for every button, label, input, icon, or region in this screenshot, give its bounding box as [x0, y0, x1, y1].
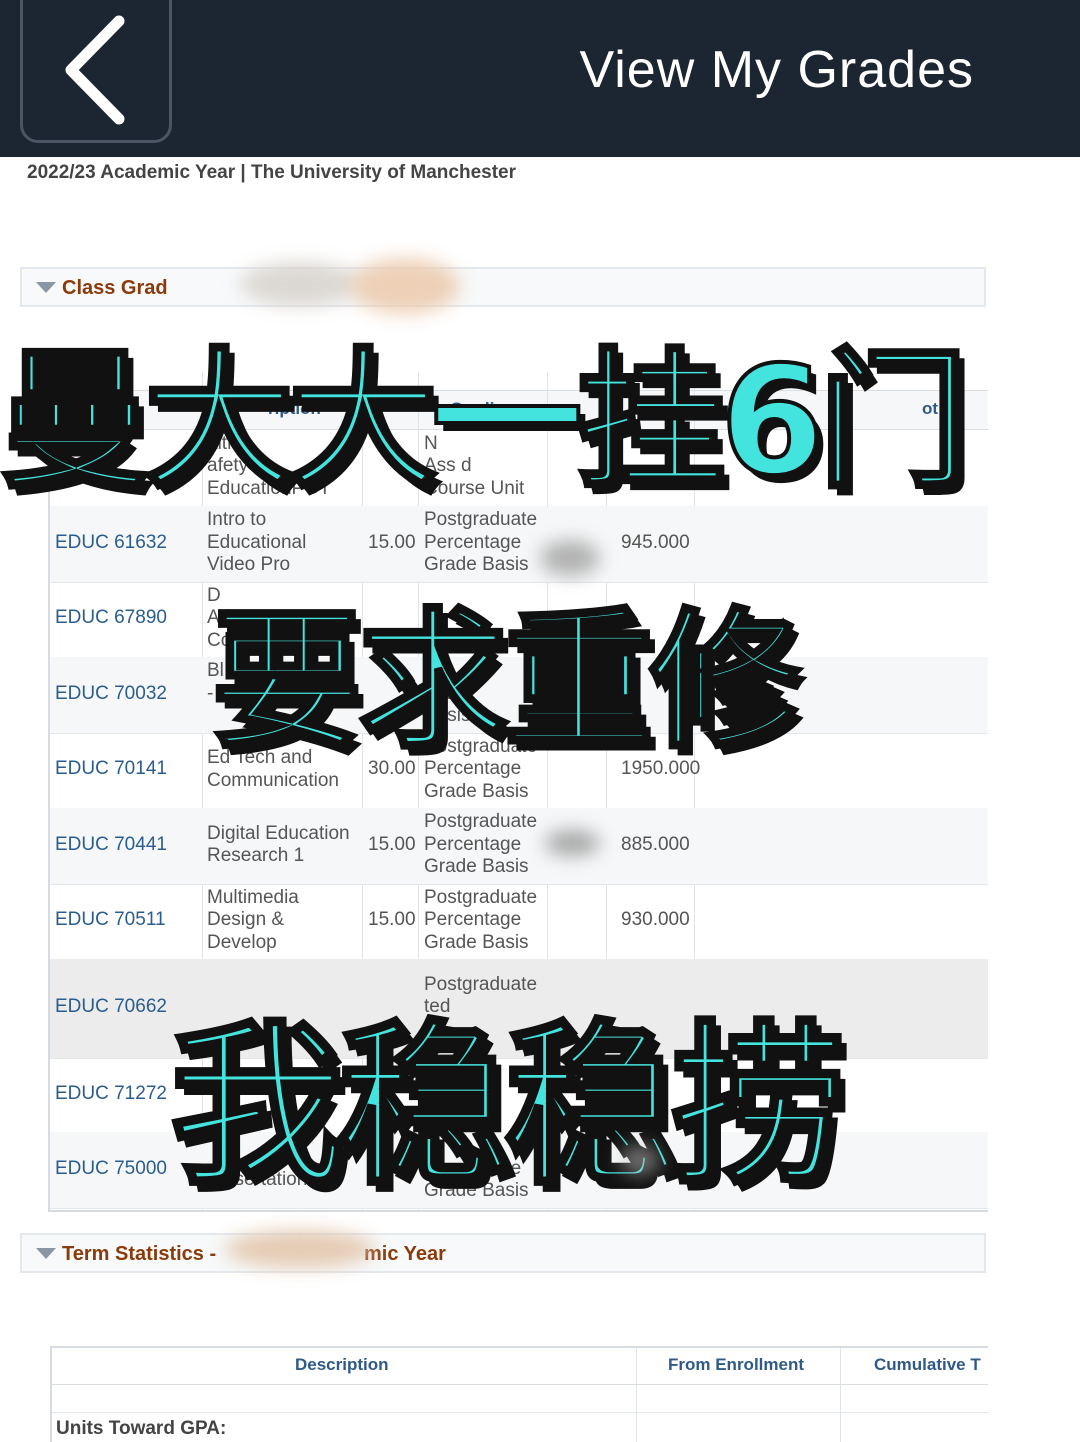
- units-value: 15.00: [368, 833, 416, 855]
- back-button[interactable]: [20, 0, 172, 143]
- grading-basis-line: Percentage: [424, 833, 522, 855]
- table-row: EDUC 70441 Digital Education Research 1 15.…: [50, 808, 988, 885]
- column-header-from-enrollment: From Enrollment: [668, 1355, 805, 1374]
- overlay-caption-line2: 要求重修: [210, 593, 802, 771]
- description-line: Design &: [207, 909, 285, 931]
- description-line: Research 1: [207, 845, 305, 866]
- course-code-link[interactable]: EDUC 75000: [55, 1158, 167, 1181]
- grading-basis-line: Grade Basis: [424, 931, 529, 953]
- grade-points-value: 945.000: [621, 531, 690, 553]
- column-header-description: Description: [295, 1355, 389, 1374]
- description-line: Educational: [207, 531, 307, 553]
- overlay-caption-line1: 曼大大一挂6门: [0, 333, 970, 511]
- course-description: Digital Education Research 1: [207, 823, 350, 868]
- description-line: Multimedia: [207, 886, 299, 908]
- column-header-cumulative: Cumulative T: [874, 1355, 981, 1374]
- blur-smudge: [225, 1230, 375, 1268]
- blur-smudge: [545, 830, 600, 856]
- blur-smudge: [540, 540, 600, 576]
- grading-basis-line: Grade Basis: [424, 856, 529, 878]
- course-code-link[interactable]: EDUC 70511: [55, 909, 166, 932]
- course-code-link[interactable]: EDUC 70662: [55, 996, 167, 1019]
- grading-basis-line: Percentage: [424, 531, 522, 553]
- stats-header-row: Description From Enrollment Cumulative T: [52, 1348, 988, 1385]
- term-statistics-label: Term Statistics -: [62, 1243, 217, 1265]
- course-code-link[interactable]: EDUC 70441: [55, 834, 167, 857]
- units-toward-gpa-label: Units Toward GPA:: [56, 1418, 227, 1439]
- course-code-link[interactable]: EDUC 70032: [55, 683, 167, 706]
- course-code-link[interactable]: EDUC 61632: [55, 532, 167, 555]
- course-code-link[interactable]: EDUC 70141: [55, 758, 167, 781]
- units-value: 15.00: [368, 531, 416, 553]
- page-title: View My Grades: [579, 41, 974, 99]
- course-description: Multimedia Design & Develop: [207, 887, 299, 955]
- table-row: EDUC 70511 Multimedia Design & Develop 15.00…: [50, 884, 988, 960]
- term-statistics-section-header[interactable]: Term Statistics - mic Year: [20, 1233, 986, 1273]
- grading-basis: Postgraduate Percentage Grade Basis: [424, 811, 537, 879]
- grade-points-value: 885.000: [621, 833, 690, 855]
- top-bar: View My Grades: [0, 0, 1080, 157]
- grading-basis-line: Postgraduate: [424, 811, 538, 833]
- description-line: Digital Education: [207, 822, 350, 844]
- grade-points-value: 930.000: [621, 909, 690, 931]
- chevron-left-icon: [65, 15, 125, 125]
- grading-basis: Postgraduate Percentage Grade Basis: [424, 887, 537, 955]
- units-value: 15.00: [368, 909, 416, 931]
- blur-smudge: [620, 1145, 660, 1175]
- collapse-triangle-icon: [36, 1248, 56, 1259]
- overlay-caption-line3: 我稳稳捞: [168, 1004, 848, 1211]
- grading-basis-line: Grade Basis: [424, 780, 529, 802]
- class-grades-label: Class Grad: [62, 277, 168, 299]
- grading-basis-line: Percentage: [424, 909, 522, 931]
- term-statistics-label-end: mic Year: [364, 1243, 446, 1265]
- course-code-link[interactable]: EDUC 71272: [55, 1083, 167, 1106]
- term-statistics-table: Description From Enrollment Cumulative T…: [50, 1346, 988, 1442]
- collapse-triangle-icon: [36, 282, 56, 293]
- grading-basis-line: Postgraduate: [424, 886, 538, 908]
- description-line: Develop: [207, 931, 277, 953]
- academic-year-subtitle: 2022/23 Academic Year | The University o…: [27, 162, 516, 183]
- course-code-link[interactable]: EDUC 67890: [55, 607, 167, 630]
